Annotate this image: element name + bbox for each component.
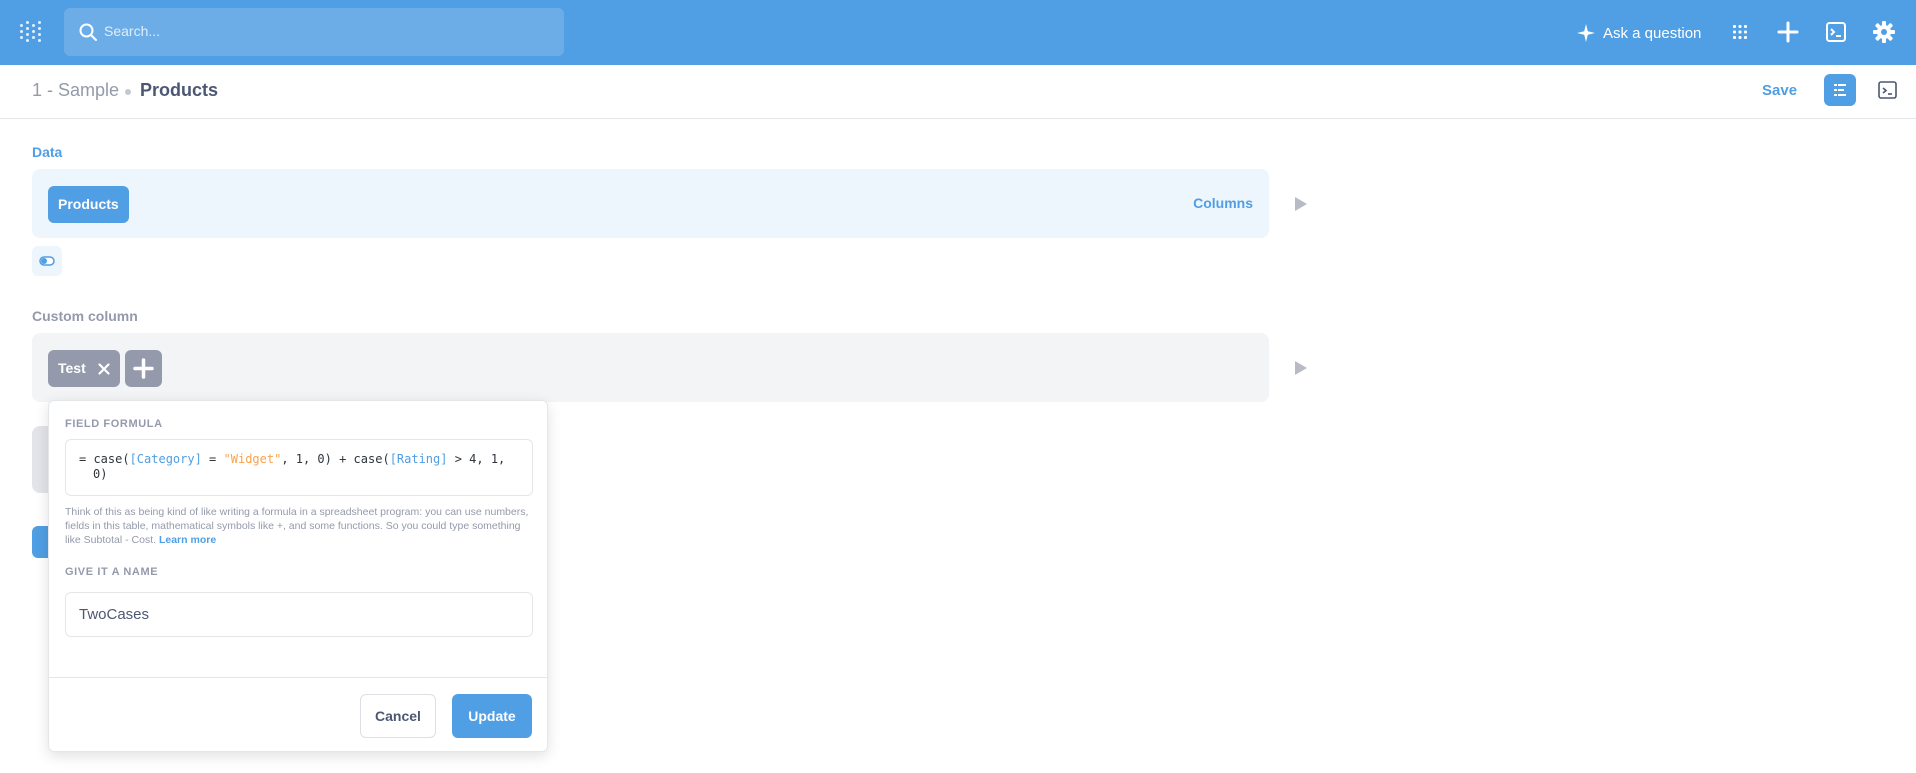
step-actions-toggle[interactable] bbox=[32, 246, 62, 276]
formula-line-1: = case([Category] = "Widget", 1, 0) + ca… bbox=[79, 452, 520, 467]
formula-field-token: [Category] bbox=[129, 452, 202, 466]
top-navigation-bar: Search... Ask a question bbox=[0, 0, 1916, 65]
custom-column-pill[interactable]: Test bbox=[48, 350, 120, 387]
close-icon[interactable] bbox=[98, 362, 110, 375]
ask-question-label: Ask a question bbox=[1603, 24, 1702, 42]
preview-data-play-icon[interactable] bbox=[1294, 196, 1308, 212]
formula-token: = bbox=[201, 452, 224, 466]
data-step: Products Columns bbox=[32, 169, 1269, 238]
field-formula-heading: FIELD FORMULA bbox=[65, 418, 163, 430]
help-text-body: Think of this as being kind of like writ… bbox=[65, 506, 529, 546]
save-button[interactable]: Save bbox=[1762, 82, 1797, 99]
learn-more-link[interactable]: Learn more bbox=[159, 534, 216, 546]
metabase-logo-icon[interactable] bbox=[19, 20, 45, 46]
toggle-icon bbox=[39, 256, 55, 266]
formula-field-token: [Rating] bbox=[389, 452, 448, 466]
gear-icon[interactable] bbox=[1872, 20, 1896, 44]
sql-preview-icon[interactable] bbox=[1877, 80, 1899, 102]
plus-icon[interactable] bbox=[1776, 20, 1800, 44]
custom-column-step: Test bbox=[32, 333, 1269, 402]
update-button[interactable]: Update bbox=[452, 694, 532, 738]
apps-grid-icon[interactable] bbox=[1728, 20, 1752, 44]
custom-column-name: Test bbox=[58, 360, 86, 376]
columns-picker-button[interactable]: Columns bbox=[1193, 195, 1253, 211]
preview-custom-column-play-icon[interactable] bbox=[1294, 360, 1308, 376]
popover-divider bbox=[49, 677, 547, 678]
column-name-input[interactable]: TwoCases bbox=[65, 592, 533, 637]
table-pill-products[interactable]: Products bbox=[48, 186, 129, 223]
custom-column-editor-popover: FIELD FORMULA = case([Category] = "Widge… bbox=[48, 400, 548, 752]
sql-editor-icon[interactable] bbox=[1824, 20, 1848, 44]
ask-question-button[interactable]: Ask a question bbox=[1577, 21, 1701, 45]
name-heading: GIVE IT A NAME bbox=[65, 566, 159, 578]
search-placeholder: Search... bbox=[104, 23, 161, 39]
notebook-icon bbox=[1834, 84, 1846, 96]
formula-line-2: 0) bbox=[93, 467, 108, 481]
formula-help-text: Think of this as being kind of like writ… bbox=[65, 505, 535, 547]
add-custom-column-button[interactable] bbox=[125, 350, 162, 387]
search-bar[interactable]: Search... bbox=[64, 8, 564, 56]
breadcrumb-table[interactable]: Products bbox=[140, 80, 218, 101]
formula-token: > 4, 1, bbox=[447, 452, 506, 466]
sparkle-icon bbox=[1577, 24, 1595, 42]
formula-token: case( bbox=[93, 452, 130, 466]
formula-editor[interactable]: = case([Category] = "Widget", 1, 0) + ca… bbox=[65, 439, 533, 496]
breadcrumb-database[interactable]: 1 - Sample bbox=[32, 80, 119, 101]
plus-icon bbox=[133, 358, 154, 379]
data-step-label: Data bbox=[32, 144, 63, 160]
search-icon bbox=[79, 23, 97, 41]
formula-equals: = bbox=[79, 452, 94, 466]
breadcrumb-separator bbox=[125, 89, 131, 95]
cancel-button[interactable]: Cancel bbox=[360, 694, 436, 738]
formula-token: , 1, 0) + case( bbox=[281, 452, 390, 466]
custom-column-step-label: Custom column bbox=[32, 308, 138, 324]
formula-string-token: "Widget" bbox=[223, 452, 282, 466]
question-header: 1 - Sample Products Save bbox=[0, 65, 1916, 119]
notebook-toggle-button[interactable] bbox=[1824, 74, 1856, 106]
